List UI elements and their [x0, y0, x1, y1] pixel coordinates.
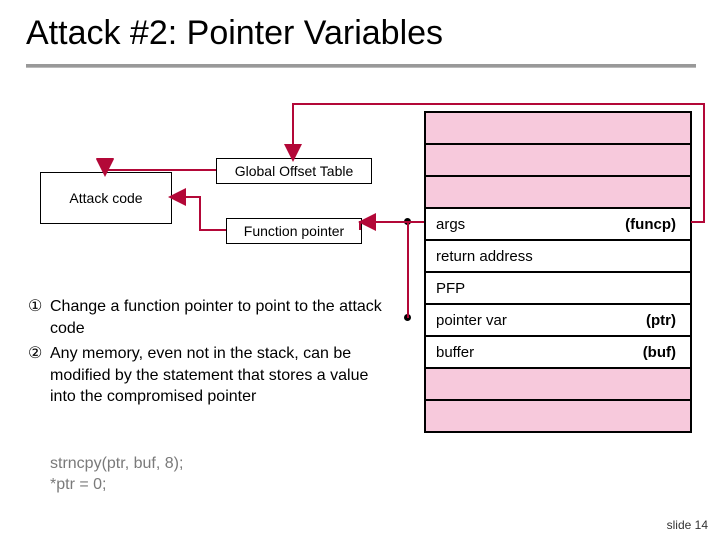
stack-frame: args(funcp) return address PFP pointer v… — [424, 111, 692, 433]
stack-row — [424, 177, 692, 209]
circled-number-1: ① — [28, 296, 50, 339]
stack-row-buffer: buffer(buf) — [424, 337, 692, 369]
stack-row-pfp: PFP — [424, 273, 692, 305]
got-label: Global Offset Table — [235, 163, 354, 179]
stack-row — [424, 113, 692, 145]
slide-number: slide 14 — [667, 518, 708, 532]
stack-row-pointer-var: pointer var(ptr) — [424, 305, 692, 337]
function-pointer-box: Function pointer — [226, 218, 362, 244]
code-snippet: strncpy(ptr, buf, 8); *ptr = 0; — [50, 454, 183, 496]
stack-row — [424, 369, 692, 401]
function-pointer-label: Function pointer — [244, 223, 344, 239]
body-item-1: ① Change a function pointer to point to … — [28, 296, 388, 339]
body-item-2-text: Any memory, even not in the stack, can b… — [50, 343, 388, 408]
attack-code-label: Attack code — [69, 190, 142, 206]
got-box: Global Offset Table — [216, 158, 372, 184]
attack-code-box: Attack code — [40, 172, 172, 224]
stack-row — [424, 401, 692, 431]
stack-row — [424, 145, 692, 177]
body-item-1-text: Change a function pointer to point to th… — [50, 296, 388, 339]
code-line-1: strncpy(ptr, buf, 8); — [50, 454, 183, 475]
body-text: ① Change a function pointer to point to … — [28, 296, 388, 412]
slide-title: Attack #2: Pointer Variables — [26, 14, 443, 53]
circled-number-2: ② — [28, 343, 50, 408]
stack-row-return-address: return address — [424, 241, 692, 273]
stack-row-args: args(funcp) — [424, 209, 692, 241]
dot-args — [404, 218, 411, 225]
body-item-2: ② Any memory, even not in the stack, can… — [28, 343, 388, 408]
dot-ptrvar — [404, 314, 411, 321]
title-divider — [26, 64, 696, 68]
code-line-2: *ptr = 0; — [50, 475, 183, 496]
